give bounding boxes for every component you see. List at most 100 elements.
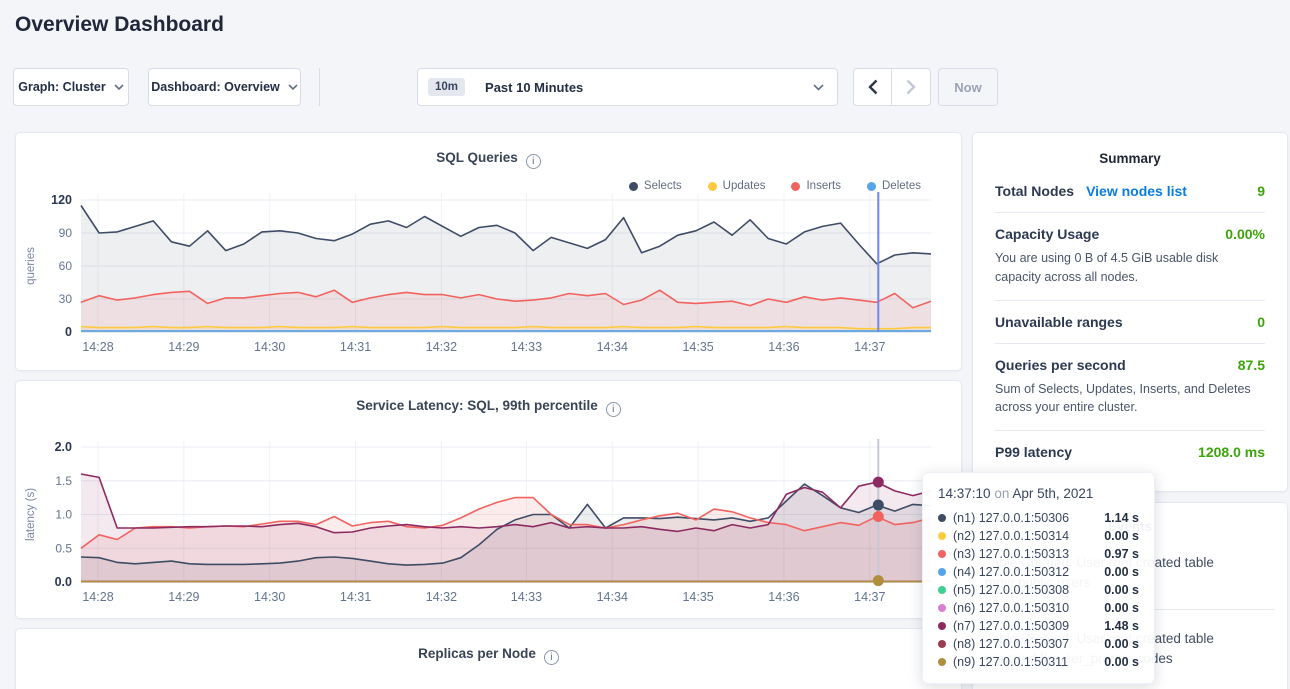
svg-text:14:30: 14:30 (254, 590, 285, 604)
sql-queries-card: SQL Queries Selects Updates Inserts Dele… (15, 132, 962, 371)
tooltip-time: 14:37:10 (938, 486, 991, 501)
capacity-value: 0.00% (1225, 226, 1265, 242)
view-nodes-list-link[interactable]: View nodes list (1086, 183, 1187, 199)
svg-text:14:31: 14:31 (340, 590, 371, 604)
summary-panel: Summary Total Nodes View nodes list 9 Ca… (972, 132, 1288, 492)
p99-label: P99 latency (995, 444, 1072, 460)
time-range-selector[interactable]: 10m Past 10 Minutes (417, 68, 838, 106)
svg-text:120: 120 (51, 193, 72, 207)
svg-text:14:34: 14:34 (597, 340, 628, 354)
tooltip-node-label: (n6) 127.0.0.1:50310 (953, 601, 1069, 615)
chevron-down-icon (813, 84, 824, 91)
dashboard-dropdown[interactable]: Dashboard: Overview (148, 68, 301, 106)
time-pager (853, 68, 931, 106)
unavailable-label: Unavailable ranges (995, 314, 1123, 330)
tooltip-node-label: (n3) 127.0.0.1:50313 (953, 547, 1069, 561)
summary-row-total-nodes: Total Nodes View nodes list 9 (995, 170, 1265, 213)
tooltip-node-value: 0.00 s (1104, 529, 1139, 543)
summary-row-qps: Queries per second 87.5 Sum of Selects, … (995, 344, 1265, 432)
svg-text:14:34: 14:34 (597, 590, 628, 604)
svg-text:14:28: 14:28 (82, 340, 113, 354)
svg-text:14:37: 14:37 (854, 590, 885, 604)
graph-dropdown[interactable]: Graph: Cluster (13, 68, 129, 106)
qps-value: 87.5 (1238, 357, 1265, 373)
series-dot-icon (938, 514, 946, 522)
info-icon[interactable] (606, 402, 621, 417)
svg-text:14:36: 14:36 (768, 590, 799, 604)
svg-text:14:30: 14:30 (254, 340, 285, 354)
tooltip-row-n6: (n6) 127.0.0.1:50310 0.00 s (938, 599, 1139, 617)
overview-dashboard-page: Overview Dashboard Graph: Cluster Dashbo… (0, 0, 1290, 689)
total-nodes-label: Total Nodes (995, 183, 1074, 199)
p99-value: 1208.0 ms (1198, 444, 1265, 460)
tooltip-node-value: 1.48 s (1104, 619, 1139, 633)
tooltip-node-value: 0.00 s (1104, 565, 1139, 579)
svg-text:14:29: 14:29 (168, 340, 199, 354)
now-button[interactable]: Now (938, 68, 998, 106)
tooltip-row-n8: (n8) 127.0.0.1:50307 0.00 s (938, 635, 1139, 653)
tooltip-node-label: (n8) 127.0.0.1:50307 (953, 637, 1069, 651)
replicas-per-node-card: Replicas per Node (15, 628, 962, 689)
series-dot-icon (938, 622, 946, 630)
tooltip-timestamp: 14:37:10 on Apr 5th, 2021 (938, 486, 1139, 501)
graph-dropdown-label: Graph: Cluster (18, 80, 106, 94)
chart-tooltip: 14:37:10 on Apr 5th, 2021 (n1) 127.0.0.1… (922, 472, 1155, 684)
sql-queries-chart[interactable]: 14:28 14:29 14:30 14:31 14:32 14:33 14:34 14:35… (16, 188, 963, 366)
svg-text:1.0: 1.0 (55, 508, 72, 522)
tooltip-date: Apr 5th, 2021 (1012, 486, 1093, 501)
series-dot-icon (938, 550, 946, 558)
svg-text:14:37: 14:37 (854, 340, 885, 354)
tooltip-node-label: (n7) 127.0.0.1:50309 (953, 619, 1069, 633)
chevron-left-icon (868, 79, 878, 95)
next-time-button[interactable] (892, 68, 931, 106)
tooltip-node-label: (n2) 127.0.0.1:50314 (953, 529, 1069, 543)
svg-text:14:32: 14:32 (426, 590, 457, 604)
tooltip-row-n4: (n4) 127.0.0.1:50312 0.00 s (938, 563, 1139, 581)
svg-text:14:35: 14:35 (682, 590, 713, 604)
service-latency-chart[interactable]: 14:2814:2914:3014:3114:3214:3314:3414:35… (16, 436, 963, 614)
svg-text:30: 30 (59, 292, 73, 306)
qps-label: Queries per second (995, 357, 1126, 373)
capacity-desc: You are using 0 B of 4.5 GiB usable disk… (995, 249, 1265, 287)
prev-time-button[interactable] (853, 68, 892, 106)
svg-text:14:36: 14:36 (768, 340, 799, 354)
tooltip-node-label: (n4) 127.0.0.1:50312 (953, 565, 1069, 579)
series-dot-icon (938, 604, 946, 612)
page-title: Overview Dashboard (15, 13, 224, 37)
service-latency-card: Service Latency: SQL, 99th percentile 14… (15, 380, 962, 619)
series-dot-icon (938, 568, 946, 576)
svg-text:2.0: 2.0 (55, 440, 72, 454)
series-dot-icon (938, 640, 946, 648)
svg-text:90: 90 (59, 226, 73, 240)
info-icon[interactable] (544, 650, 559, 665)
tooltip-node-value: 0.00 s (1104, 637, 1139, 651)
summary-title: Summary (973, 133, 1287, 170)
series-dot-icon (938, 586, 946, 594)
svg-text:60: 60 (59, 259, 73, 273)
chevron-right-icon (906, 79, 916, 95)
tooltip-row-n9: (n9) 127.0.0.1:50311 0.00 s (938, 653, 1139, 671)
svg-text:14:32: 14:32 (426, 340, 457, 354)
svg-text:14:31: 14:31 (340, 340, 371, 354)
svg-text:latency (s): latency (s) (25, 488, 37, 541)
unavailable-value: 0 (1257, 314, 1265, 330)
tooltip-node-label: (n9) 127.0.0.1:50311 (953, 655, 1068, 669)
tooltip-row-n2: (n2) 127.0.0.1:50314 0.00 s (938, 527, 1139, 545)
info-icon[interactable] (526, 154, 541, 169)
toolbar-divider (319, 68, 320, 106)
chart-title-text: Replicas per Node (418, 646, 536, 661)
svg-text:14:28: 14:28 (82, 590, 113, 604)
svg-text:queries: queries (25, 247, 37, 285)
service-latency-title: Service Latency: SQL, 99th percentile (16, 381, 961, 417)
tooltip-node-value: 0.00 s (1104, 655, 1139, 669)
svg-text:14:33: 14:33 (511, 340, 542, 354)
replicas-title: Replicas per Node (16, 629, 961, 665)
svg-text:14:33: 14:33 (511, 590, 542, 604)
tooltip-row-n7: (n7) 127.0.0.1:50309 1.48 s (938, 617, 1139, 635)
svg-text:14:35: 14:35 (682, 340, 713, 354)
total-nodes-value: 9 (1257, 183, 1265, 199)
svg-text:1.5: 1.5 (55, 474, 72, 488)
tooltip-node-label: (n1) 127.0.0.1:50306 (953, 511, 1069, 525)
series-dot-icon (938, 658, 946, 666)
qps-desc: Sum of Selects, Updates, Inserts, and De… (995, 380, 1265, 418)
